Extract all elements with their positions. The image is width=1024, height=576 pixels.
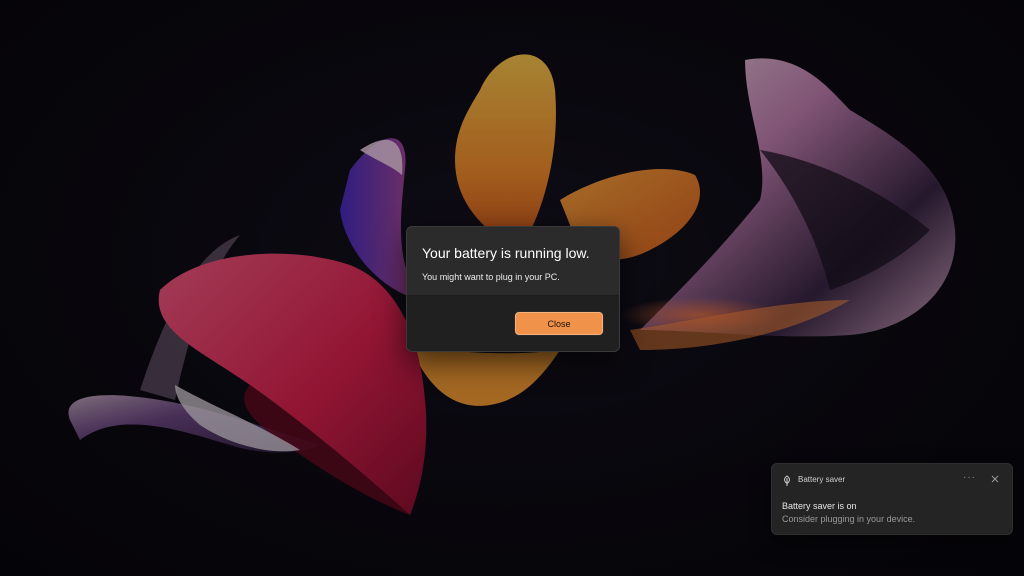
desktop: Your battery is running low. You might w… (0, 0, 1024, 576)
more-options-icon[interactable]: ··· (963, 472, 976, 484)
dialog-title: Your battery is running low. (422, 245, 590, 261)
battery-saver-notification[interactable]: Battery saver ··· Battery saver is on Co… (771, 463, 1013, 535)
dialog-message: You might want to plug in your PC. (422, 272, 560, 282)
battery-saver-leaf-icon (782, 474, 792, 486)
toast-title: Battery saver is on (782, 501, 857, 511)
dialog-footer: Close (407, 295, 619, 351)
toast-message: Consider plugging in your device. (782, 514, 916, 524)
toast-header: Battery saver (782, 474, 845, 486)
dialog-body: Your battery is running low. You might w… (407, 227, 619, 296)
low-battery-dialog: Your battery is running low. You might w… (406, 226, 620, 352)
close-button[interactable]: Close (515, 312, 603, 335)
close-icon[interactable] (989, 472, 1001, 486)
toast-app-name: Battery saver (798, 475, 846, 484)
